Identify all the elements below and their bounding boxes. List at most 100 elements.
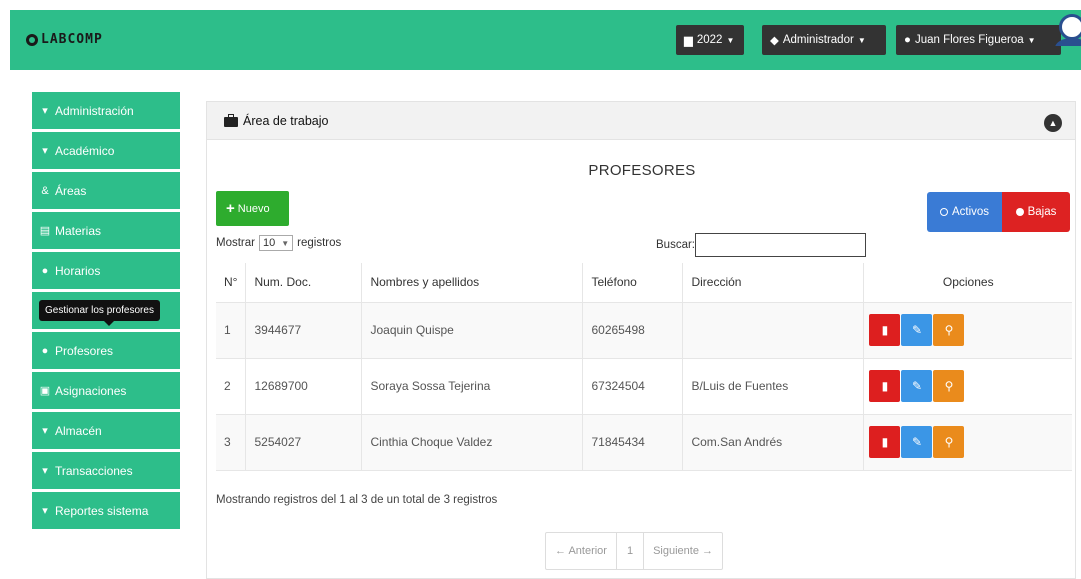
column-header[interactable]: Dirección: [682, 263, 865, 303]
chevron-down-icon: ▾: [42, 505, 48, 517]
cell-address: Com.San Andrés: [682, 414, 865, 471]
radio-dot-icon: [1015, 208, 1024, 216]
cell-doc: 3944677: [245, 302, 363, 359]
edit-icon: ✎: [911, 435, 922, 449]
view-button[interactable]: ⚲: [933, 426, 965, 458]
bajas-button[interactable]: Bajas: [1002, 192, 1070, 232]
column-header[interactable]: Nombres y apellidos: [361, 263, 584, 303]
sidebar-item-asignaciones[interactable]: ▣ Asignaciones: [32, 372, 180, 412]
sidebar-item-profesores[interactable]: ● Profesores: [32, 332, 180, 372]
page-title: PROFESORES: [588, 162, 696, 179]
activos-label: Activos: [951, 206, 990, 218]
page-number-button[interactable]: 1: [615, 533, 645, 569]
sidebar-item-academico[interactable]: ▾ Académico: [32, 132, 180, 172]
brand-logo[interactable]: LABCOMP: [26, 32, 103, 47]
cell-address: [682, 302, 865, 359]
avatar[interactable]: [1053, 10, 1081, 46]
delete-button[interactable]: ▮: [869, 370, 901, 402]
user-icon: ●: [904, 34, 911, 46]
year-dropdown[interactable]: ▆ 2022 ▼: [676, 25, 744, 55]
trash-icon: ▮: [881, 435, 889, 449]
book-icon: ▤: [39, 225, 51, 237]
activos-button[interactable]: Activos: [927, 192, 1002, 232]
table-header-row: N° Num. Doc. Nombres y apellidos Teléfon…: [216, 263, 1072, 303]
workspace-panel: Área de trabajo ▲ PROFESORES + Nuevo Act…: [206, 101, 1076, 579]
panel-header: Área de trabajo ▲: [207, 102, 1075, 140]
delete-button[interactable]: ▮: [869, 314, 901, 346]
pagination: ← Anterior 1 Siguiente →: [545, 532, 724, 570]
column-header[interactable]: Num. Doc.: [245, 263, 363, 303]
search-input[interactable]: [695, 233, 866, 257]
tooltip: Gestionar los profesores: [39, 300, 160, 326]
view-button[interactable]: ⚲: [933, 370, 965, 402]
search-icon: ⚲: [944, 323, 954, 337]
chevron-down-icon: ▼: [281, 238, 290, 248]
brand-name: LABCOMP: [41, 32, 103, 47]
user-icon: ●: [41, 344, 49, 357]
sidebar-item-label: Asignaciones: [55, 383, 127, 398]
sidebar-item-label: Reportes sistema: [55, 503, 149, 518]
briefcase-icon: [224, 113, 238, 127]
caret-down-icon: ▼: [1027, 35, 1036, 45]
search-control: Buscar:: [656, 233, 866, 257]
top-navbar: LABCOMP ▆ 2022 ▼ ◆ Administrador ▼ ● Jua…: [10, 10, 1081, 70]
cell-doc: 12689700: [245, 358, 363, 415]
sidebar-item-almacen[interactable]: ▾ Almacén: [32, 412, 180, 452]
panel-title: Área de trabajo: [243, 113, 329, 128]
trash-icon: ▮: [881, 379, 889, 393]
calendar-icon: ▆: [684, 35, 693, 47]
delete-button[interactable]: ▮: [869, 426, 901, 458]
new-button[interactable]: + Nuevo: [216, 191, 289, 226]
edit-icon: ✎: [911, 379, 922, 393]
cell-options: ▮ ✎ ⚲: [863, 302, 1072, 359]
edit-button[interactable]: ✎: [901, 426, 933, 458]
sidebar-item-label: Profesores: [55, 343, 114, 358]
edit-icon: ✎: [911, 323, 922, 337]
sidebar-item-reportes-sistema[interactable]: ▾ Reportes sistema: [32, 492, 180, 532]
sidebar-item-label: Áreas: [55, 183, 87, 198]
cell-name: Soraya Sossa Tejerina: [361, 358, 584, 415]
search-icon: ⚲: [944, 379, 954, 393]
avatar-body: [1055, 38, 1081, 46]
role-dropdown[interactable]: ◆ Administrador ▼: [762, 25, 886, 55]
clipboard-icon: ▣: [39, 385, 51, 397]
prev-page-button[interactable]: ← Anterior: [546, 533, 616, 569]
table-row: 2 12689700 Soraya Sossa Tejerina 6732450…: [216, 358, 1072, 415]
column-header[interactable]: Teléfono: [582, 263, 684, 303]
sidebar-item-horarios[interactable]: ● Horarios: [32, 252, 180, 292]
view-button[interactable]: ⚲: [933, 314, 965, 346]
avatar-head: [1059, 14, 1081, 40]
chevron-up-icon: ▲: [1048, 118, 1058, 128]
user-label: Juan Flores Figueroa: [914, 34, 1024, 46]
cell-name: Cinthia Choque Valdez: [361, 414, 584, 471]
sidebar-item-label: Almacén: [55, 423, 102, 438]
page-length-select[interactable]: 10 ▼: [258, 235, 294, 251]
collapse-button[interactable]: ▲: [1044, 114, 1062, 132]
cell-number: 1: [216, 302, 247, 359]
plus-icon: +: [226, 200, 235, 217]
cell-phone: 67324504: [582, 358, 684, 415]
column-header: Opciones: [863, 263, 1072, 303]
sidebar-item-transacciones[interactable]: ▾ Transacciones: [32, 452, 180, 492]
edit-button[interactable]: ✎: [901, 370, 933, 402]
sidebar-item-label: Administración: [55, 103, 134, 118]
sidebar-item-materias[interactable]: ▤ Materias: [32, 212, 180, 252]
sidebar-tooltip-row: Gestionar los profesores: [32, 292, 180, 332]
edit-button[interactable]: ✎: [901, 314, 933, 346]
cell-doc: 5254027: [245, 414, 363, 471]
sidebar-item-areas[interactable]: & Áreas: [32, 172, 180, 212]
bajas-label: Bajas: [1027, 206, 1057, 218]
cell-options: ▮ ✎ ⚲: [863, 358, 1072, 415]
ampersand-icon: &: [41, 184, 49, 197]
next-page-button[interactable]: Siguiente →: [644, 533, 722, 569]
caret-down-icon: ▼: [857, 35, 866, 45]
sidebar-item-administracion[interactable]: ▾ Administración: [32, 92, 180, 132]
sidebar-item-label: Materias: [55, 223, 102, 238]
cell-number: 2: [216, 358, 247, 415]
chevron-down-icon: ▾: [42, 105, 48, 117]
page-length-control: Mostrar 10 ▼ registros: [216, 235, 341, 251]
user-dropdown[interactable]: ● Juan Flores Figueroa ▼: [896, 25, 1061, 55]
search-label: Buscar:: [656, 239, 695, 251]
radio-ring-icon: [939, 208, 948, 216]
column-header[interactable]: N°: [216, 263, 247, 303]
